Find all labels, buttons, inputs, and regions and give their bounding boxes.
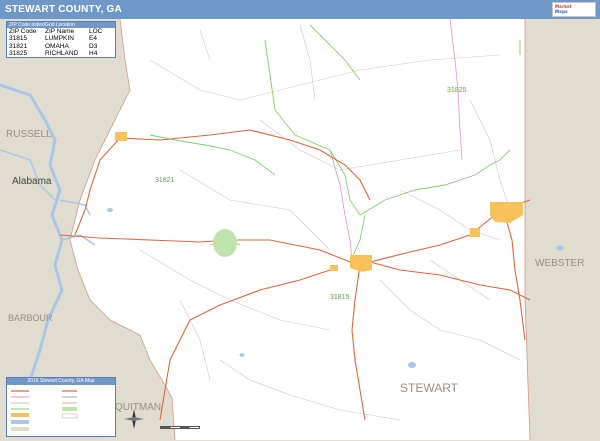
scale-bar — [160, 426, 200, 429]
table-row: 31825 RICHLAND H4 — [7, 50, 115, 57]
zip-index-col-zip: ZIP Code — [9, 28, 37, 35]
zip-loc-cell: E4 — [89, 35, 97, 43]
map-title-bar: STEWART COUNTY, GA Market Maps — [0, 0, 600, 19]
label-barbour: BARBOUR — [8, 313, 53, 323]
lake — [556, 245, 564, 251]
lake — [408, 362, 416, 368]
zip-name-cell: LUMPKIN — [45, 35, 74, 43]
zip-index-table: ZIP Code ZIP Name LOC 31815 LUMPKIN E4 3… — [7, 28, 115, 58]
legend-symbols — [7, 385, 115, 437]
town-omaha-area — [115, 132, 127, 141]
label-zip-31815: 31815 — [330, 294, 350, 301]
zip-code-cell: 31825 — [9, 50, 28, 58]
table-row: 31815 LUMPKIN E4 — [7, 35, 115, 42]
label-alabama: Alabama — [12, 176, 52, 187]
lake — [239, 353, 245, 357]
zip-code-cell: 31815 — [9, 35, 28, 43]
compass-svg — [124, 409, 144, 429]
zip-index-col-name: ZIP Name — [45, 28, 75, 35]
map-title: STEWART COUNTY, GA — [5, 4, 122, 15]
zip-loc-cell: D3 — [89, 42, 98, 50]
zip-loc-cell: H4 — [89, 50, 98, 58]
zip-code-cell: 31821 — [9, 42, 28, 50]
label-webster: WEBSTER — [535, 258, 584, 269]
town-area — [470, 228, 480, 237]
table-row: 31821 OMAHA D3 — [7, 43, 115, 50]
zip-index-col-loc: LOC — [89, 28, 103, 35]
zip-index-header-row: ZIP Code ZIP Name LOC — [7, 28, 115, 35]
label-russell: RUSSELL — [6, 129, 52, 140]
legend-heading: 2016 Stewart County, GA Map — [7, 378, 115, 385]
brand-logo-line2: Maps — [555, 9, 568, 14]
zip-name-cell: RICHLAND — [45, 50, 79, 58]
compass-rose-icon — [124, 409, 144, 429]
zip-name-cell: OMAHA — [45, 42, 69, 50]
legend-symbols-svg — [11, 390, 78, 431]
legend-symbol — [61, 413, 78, 419]
legend-water-symbol — [11, 420, 29, 424]
legend-town-symbol — [11, 413, 29, 417]
lake — [107, 208, 113, 212]
compass-needle-ew — [124, 417, 144, 421]
map-legend: 2016 Stewart County, GA Map — [6, 377, 116, 437]
legend-symbol — [62, 407, 77, 411]
label-zip-31825: 31825 — [447, 87, 467, 94]
label-zip-31821: 31821 — [155, 177, 175, 184]
scale-bar-icon — [160, 426, 200, 429]
brand-logo: Market Maps — [552, 2, 596, 17]
town-area — [330, 265, 338, 271]
park-area — [213, 229, 237, 257]
zip-code-index: ZIP Code Index/Grid Location ZIP Code ZI… — [6, 21, 116, 58]
label-stewart: STEWART — [400, 381, 459, 395]
legend-outside-symbol — [11, 427, 29, 431]
